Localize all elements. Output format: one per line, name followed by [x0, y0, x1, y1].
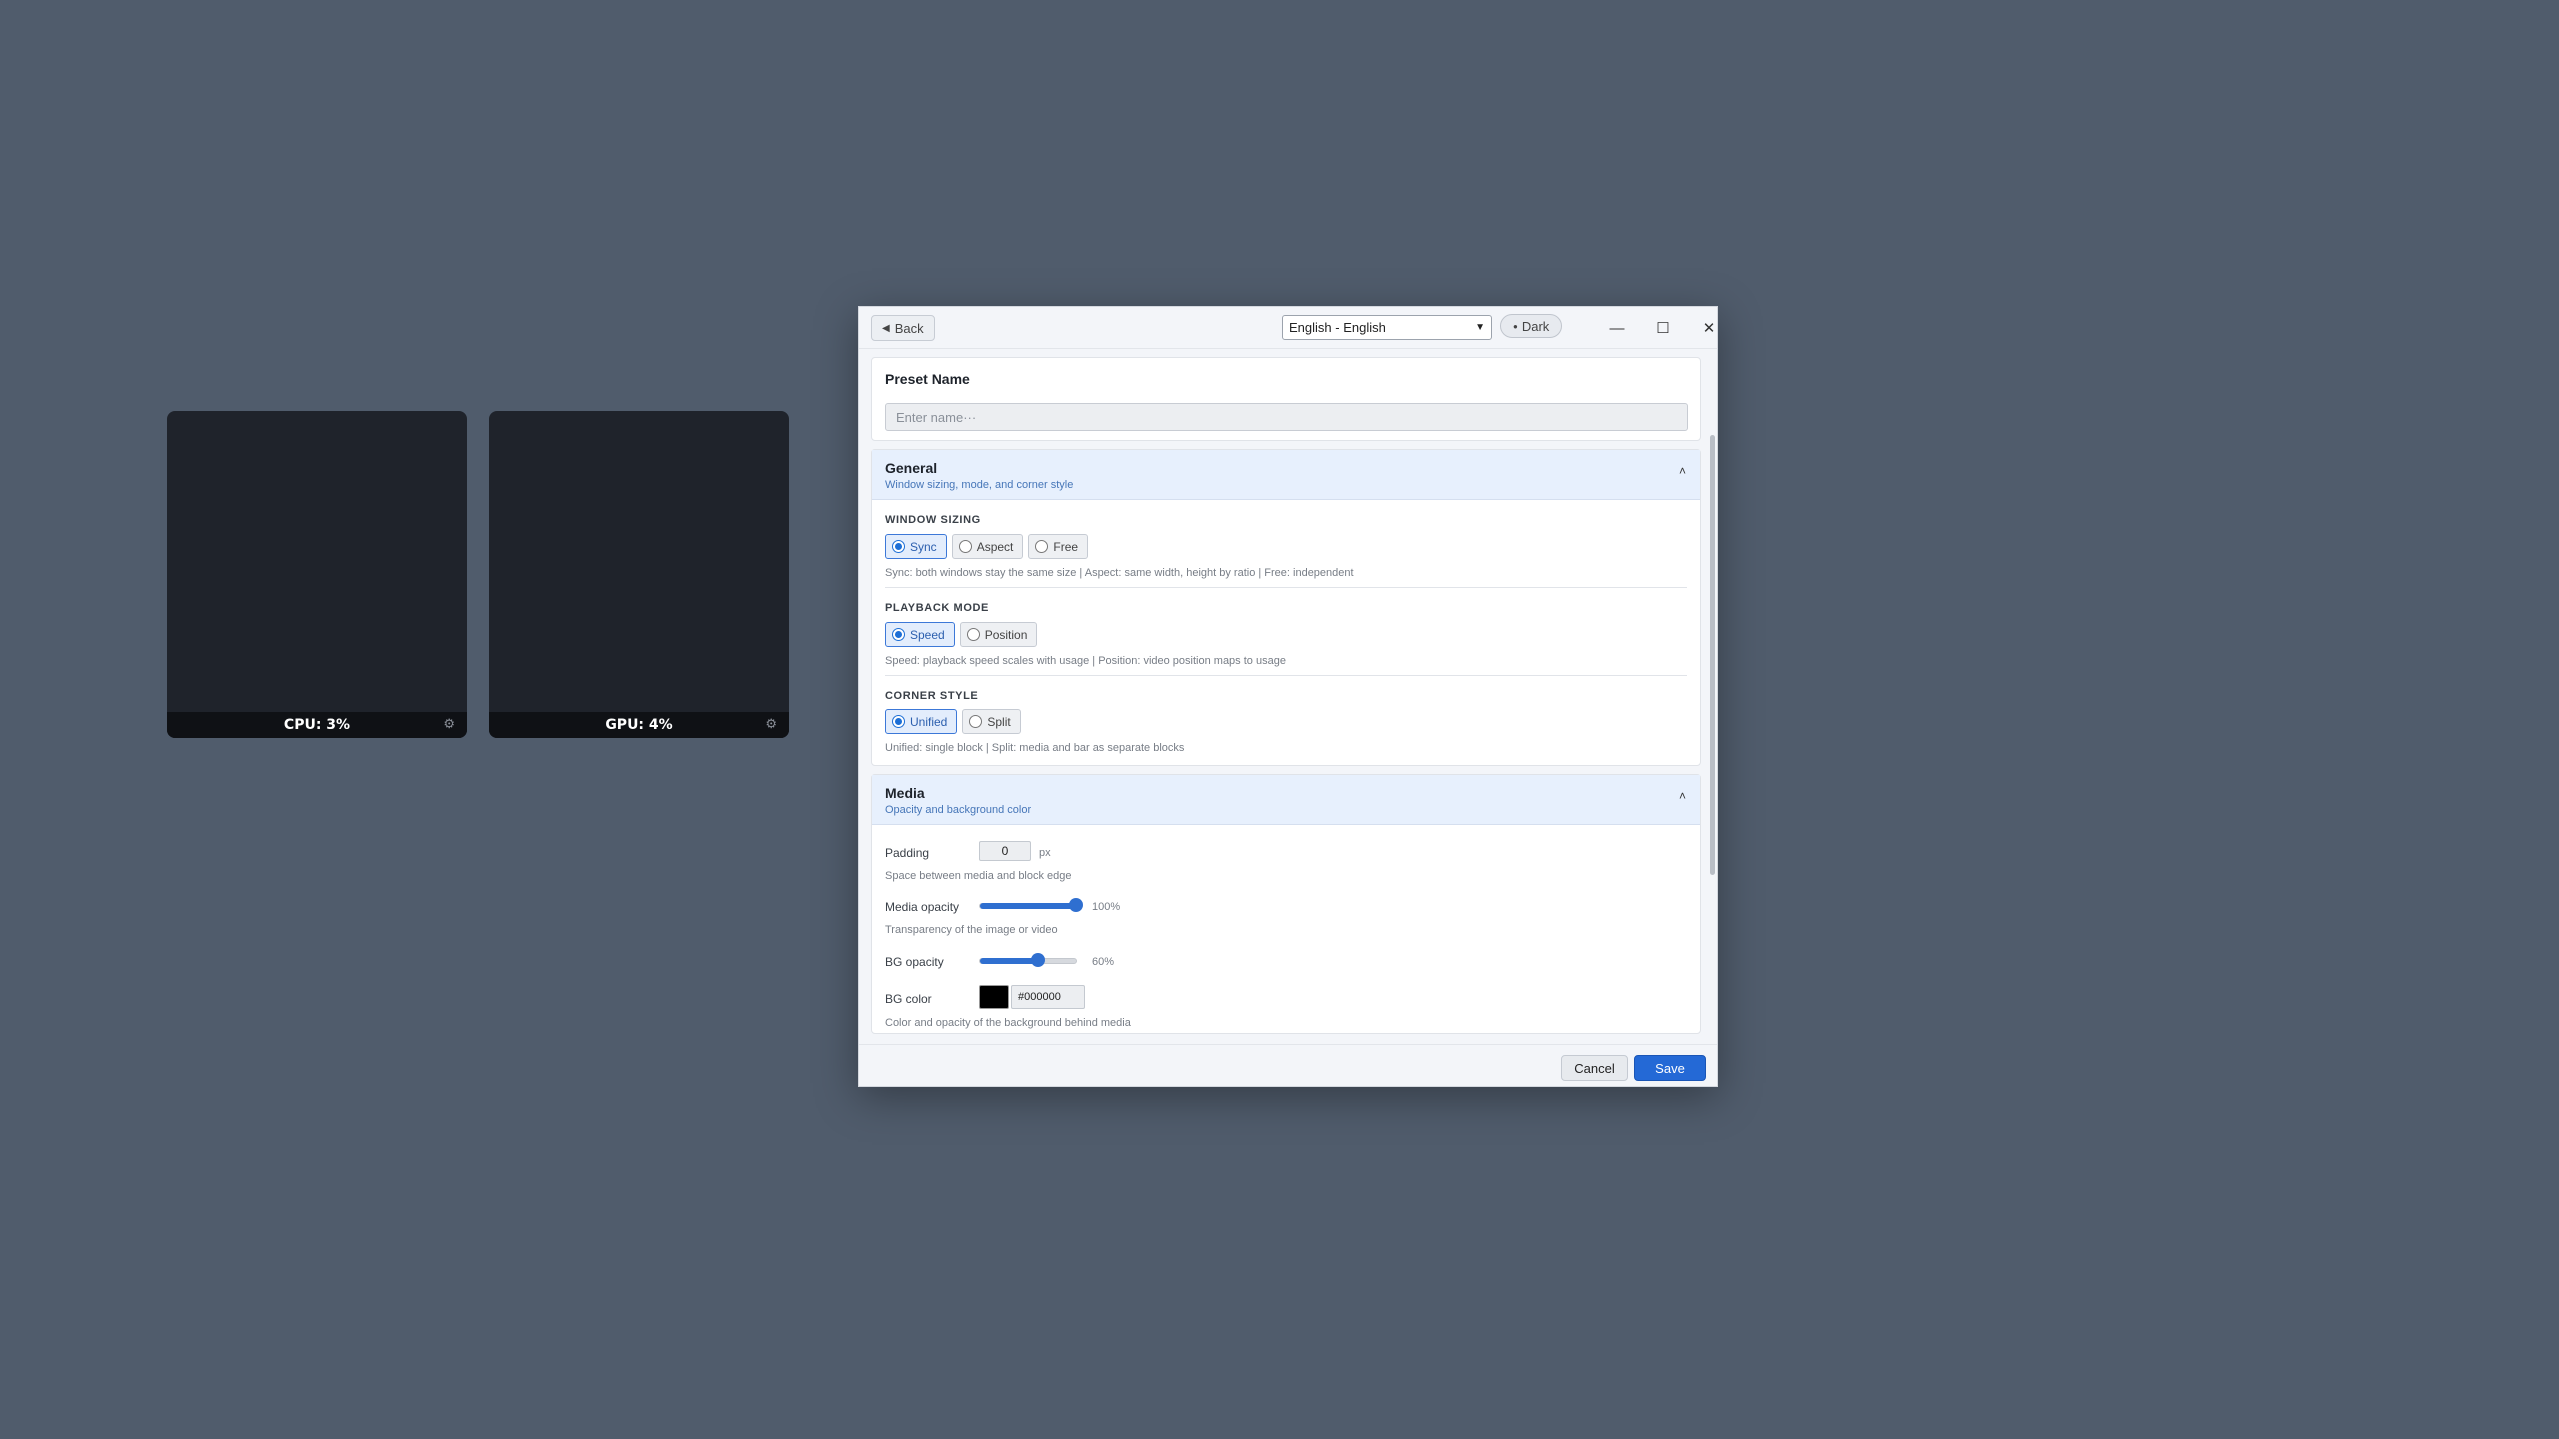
media-subtitle: Opacity and background color — [885, 804, 1032, 816]
media-opacity-value: 100% — [1092, 901, 1121, 913]
playback-mode-hint: Speed: playback speed scales with usage … — [885, 655, 1286, 667]
cpu-usage-label: CPU: 3% — [283, 717, 351, 733]
bg-color-swatch[interactable] — [979, 985, 1009, 1009]
dialog-footer: Cancel Save — [859, 1044, 1717, 1086]
general-subtitle: Window sizing, mode, and corner style — [885, 479, 1074, 491]
playback-mode-speed-option[interactable]: Speed — [885, 622, 955, 647]
bg-color-label: BG color — [885, 992, 932, 1006]
save-button[interactable]: Save — [1634, 1055, 1706, 1081]
bg-opacity-label: BG opacity — [885, 955, 944, 969]
minimize-icon[interactable]: — — [1604, 315, 1630, 341]
media-section-header[interactable]: Media Opacity and background color ˄ — [872, 775, 1700, 825]
slider-thumb[interactable] — [1069, 898, 1083, 912]
gpu-usage-label: GPU: 4% — [605, 717, 673, 733]
option-label: Aspect — [976, 539, 1014, 554]
gpu-monitor-widget[interactable]: GPU: 4% ⚙ — [489, 411, 789, 738]
preset-editor-dialog: ◀ Back English - English ▼ ● Dark — ☐ ✕ … — [858, 306, 1718, 1087]
window-sizing-label: WINDOW SIZING — [885, 514, 981, 526]
preset-name-card: Preset Name Enter name··· — [871, 357, 1701, 441]
cpu-widget-bar: CPU: 3% ⚙ — [167, 712, 467, 738]
maximize-icon[interactable]: ☐ — [1650, 315, 1676, 341]
slider-thumb[interactable] — [1030, 953, 1045, 967]
back-label: Back — [894, 320, 924, 336]
option-label: Free — [1053, 539, 1079, 554]
bg-opacity-slider[interactable] — [979, 953, 1077, 967]
bg-color-hex-input[interactable]: #000000 — [1011, 985, 1085, 1009]
dark-theme-label: Dark — [1521, 318, 1550, 334]
gear-icon[interactable]: ⚙ — [443, 716, 455, 732]
cpu-monitor-widget[interactable]: CPU: 3% ⚙ — [167, 411, 467, 738]
radio-unchecked-icon — [958, 540, 972, 553]
radio-checked-icon — [892, 715, 905, 728]
option-label: Speed — [910, 627, 945, 642]
corner-style-label: CORNER STYLE — [885, 690, 979, 702]
radio-checked-icon — [892, 540, 905, 553]
window-sizing-hint: Sync: both windows stay the same size | … — [885, 567, 1354, 579]
corner-style-split-option[interactable]: Split — [962, 709, 1021, 734]
window-sizing-options: Sync Aspect Free — [885, 534, 1089, 559]
titlebar: ◀ Back English - English ▼ ● Dark — ☐ ✕ — [859, 307, 1717, 349]
window-sizing-sync-option[interactable]: Sync — [885, 534, 947, 559]
gpu-widget-bar: GPU: 4% ⚙ — [489, 712, 789, 738]
corner-style-unified-option[interactable]: Unified — [885, 709, 958, 734]
padding-unit: px — [1039, 847, 1051, 859]
close-icon[interactable]: ✕ — [1696, 315, 1722, 341]
divider — [885, 675, 1687, 676]
back-button[interactable]: ◀ Back — [871, 315, 935, 341]
radio-checked-icon — [892, 628, 905, 641]
playback-mode-options: Speed Position — [885, 622, 1038, 647]
radio-unchecked-icon — [969, 715, 983, 728]
preset-name-input[interactable]: Enter name··· — [885, 403, 1688, 431]
option-label: Sync — [910, 539, 937, 554]
content-scrollbar[interactable] — [1710, 435, 1715, 875]
gear-icon[interactable]: ⚙ — [765, 716, 777, 732]
collapse-icon[interactable]: ˄ — [1679, 789, 1686, 803]
radio-unchecked-icon — [966, 628, 980, 641]
cancel-button[interactable]: Cancel — [1561, 1055, 1628, 1081]
dark-theme-button[interactable]: ● Dark — [1500, 314, 1563, 338]
padding-label: Padding — [885, 846, 930, 860]
option-label: Position — [984, 627, 1028, 642]
corner-style-hint: Unified: single block | Split: media and… — [885, 742, 1185, 754]
general-section-header[interactable]: General Window sizing, mode, and corner … — [872, 450, 1700, 500]
padding-input[interactable]: 0 — [979, 841, 1031, 861]
media-title: Media — [885, 785, 925, 801]
window-sizing-aspect-option[interactable]: Aspect — [951, 534, 1024, 559]
general-section: General Window sizing, mode, and corner … — [871, 449, 1701, 766]
playback-mode-label: PLAYBACK MODE — [885, 602, 989, 614]
media-opacity-slider[interactable] — [979, 898, 1083, 912]
slider-fill — [980, 958, 1038, 964]
bg-color-hint: Color and opacity of the background behi… — [885, 1017, 1131, 1029]
collapse-icon[interactable]: ˄ — [1679, 464, 1686, 478]
media-opacity-label: Media opacity — [885, 900, 960, 914]
chevron-down-icon: ▼ — [1475, 322, 1485, 333]
radio-unchecked-icon — [1035, 540, 1049, 553]
option-label: Unified — [910, 714, 948, 729]
window-sizing-free-option[interactable]: Free — [1028, 534, 1089, 559]
preset-name-title: Preset Name — [885, 371, 970, 387]
dialog-content: Preset Name Enter name··· General Window… — [859, 350, 1717, 1044]
moon-dot-icon: ● — [1513, 321, 1518, 331]
media-section: Media Opacity and background color ˄ Pad… — [871, 774, 1701, 1034]
divider — [885, 587, 1687, 588]
corner-style-options: Unified Split — [885, 709, 1021, 734]
bg-opacity-value: 60% — [1092, 956, 1115, 968]
option-label: Split — [987, 714, 1011, 729]
padding-hint: Space between media and block edge — [885, 870, 1072, 882]
playback-mode-position-option[interactable]: Position — [959, 622, 1038, 647]
media-opacity-hint: Transparency of the image or video — [885, 924, 1058, 936]
back-arrow-icon: ◀ — [882, 322, 890, 334]
general-title: General — [885, 460, 938, 476]
slider-fill — [980, 903, 1076, 909]
